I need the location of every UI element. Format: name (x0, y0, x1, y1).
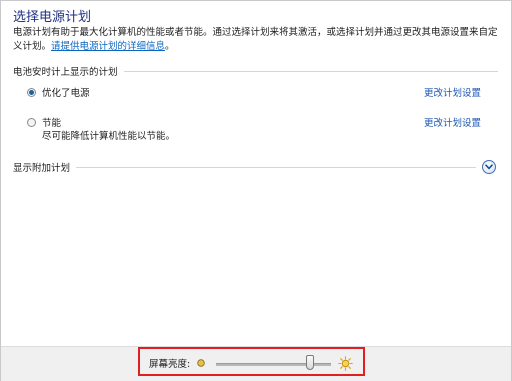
brightness-label: 屏幕亮度: (149, 359, 191, 370)
sun-bright-icon (338, 356, 353, 371)
chevron-down-icon (485, 164, 493, 170)
power-options-window (0, 0, 512, 381)
details-link[interactable]: 请提供电源计划的详细信息 (51, 41, 165, 52)
radio-balanced[interactable] (27, 87, 36, 97)
change-plan-settings-link-power-saver[interactable]: 更改计划设置 (424, 115, 481, 129)
plan-row-power-saver[interactable]: 节能 更改计划设置 (27, 115, 487, 129)
additional-plans-label[interactable]: 显示附加计划 (13, 160, 70, 174)
plan-name-power-saver: 节能 (42, 118, 62, 129)
page-description: 电源计划有助于最大化计算机的性能或者节能。通过选择计划来将其激活，或选择计划并通… (13, 26, 499, 53)
change-plan-settings-link-balanced[interactable]: 更改计划设置 (424, 85, 481, 99)
plan-row-balanced[interactable]: 优化了电源 更改计划设置 (27, 85, 487, 99)
plan-description-power-saver: 尽可能降低计算机性能以节能。 (42, 131, 176, 142)
page-title: 选择电源计划 (13, 10, 92, 25)
plan-name-balanced: 优化了电源 (42, 88, 90, 99)
sun-dim-icon (197, 359, 205, 367)
description-period: 。 (165, 40, 175, 52)
additional-plans-header[interactable]: 显示附加计划 (13, 160, 476, 174)
section-label: 电池安时计上显示的计划 (13, 67, 118, 78)
additional-plans-divider (76, 166, 476, 168)
brightness-slider-thumb[interactable] (305, 355, 314, 370)
radio-selected-dot (29, 89, 34, 95)
section-divider (123, 70, 498, 72)
expand-additional-plans-button[interactable] (482, 160, 496, 174)
radio-power-saver[interactable] (27, 117, 36, 127)
battery-meter-section-header: 电池安时计上显示的计划 (13, 64, 498, 78)
